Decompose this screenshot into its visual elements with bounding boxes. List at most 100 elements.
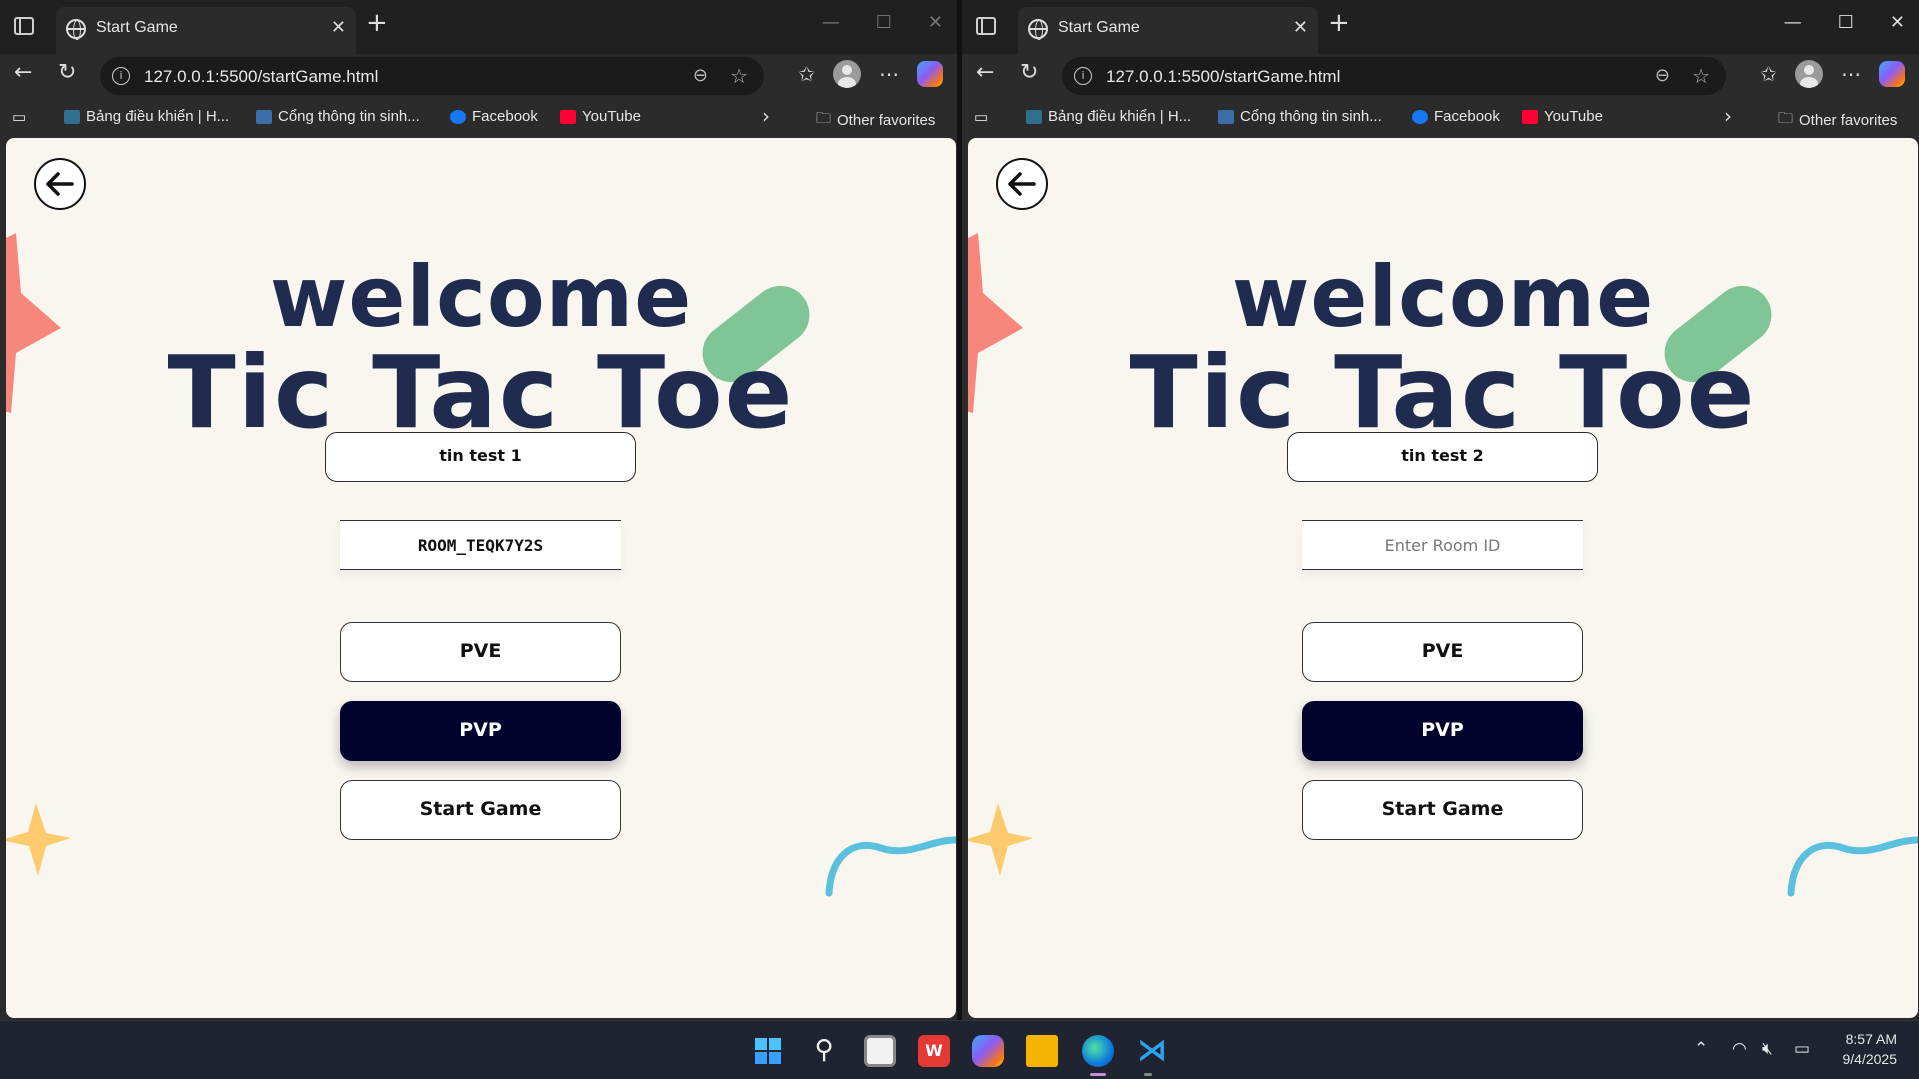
yellow-cross-decoration (968, 803, 1033, 876)
other-favorites[interactable]: 🗀 Other favorites (1778, 108, 1897, 133)
wps-office-icon[interactable]: W (918, 1035, 950, 1067)
room-id-input[interactable] (1302, 520, 1583, 570)
favorite-star-icon[interactable]: ☆ (1692, 64, 1710, 88)
more-menu-icon[interactable]: ⋯ (879, 62, 899, 86)
favorite-link[interactable]: YouTube (560, 108, 641, 125)
copilot-icon[interactable] (972, 1035, 1004, 1067)
arrow-left-icon (46, 172, 74, 196)
minimize-button[interactable]: — (822, 12, 840, 33)
start-game-button[interactable]: Start Game (1302, 780, 1583, 840)
site-info-icon[interactable]: i (112, 67, 130, 85)
favorite-star-icon[interactable]: ☆ (730, 64, 748, 88)
favorites-icon[interactable]: ✩ (798, 62, 815, 86)
page-viewport: welcome Tic Tac Toe tin test 2 PVE PVP S… (968, 138, 1918, 1018)
welcome-heading: welcome (269, 248, 693, 346)
toolbar-right: ✩ ⋯ (1760, 60, 1905, 88)
refresh-icon[interactable]: ↻ (1020, 62, 1038, 84)
address-bar[interactable]: i 127.0.0.1:5500/startGame.html ⊖ ☆ (100, 57, 764, 95)
pve-button[interactable]: PVE (1302, 622, 1583, 682)
clock-date: 9/4/2025 (1842, 1051, 1898, 1067)
back-arrow-icon[interactable]: ← (976, 62, 994, 84)
chevron-up-icon[interactable]: ⌃ (1694, 1039, 1708, 1059)
reading-view-icon[interactable]: ▭ (974, 108, 988, 126)
copilot-icon[interactable] (917, 61, 943, 87)
folder-icon: 🗀 (816, 110, 832, 127)
other-favorites[interactable]: 🗀 Other favorites (816, 108, 935, 133)
favorite-link[interactable]: Bảng điều khiển | H... (64, 108, 229, 125)
more-menu-icon[interactable]: ⋯ (1841, 62, 1861, 86)
favorite-link[interactable]: Bảng điều khiển | H... (1026, 108, 1191, 125)
sidebar-toggle-icon[interactable] (976, 17, 996, 35)
search-icon[interactable]: ⚲ (808, 1035, 840, 1067)
yellow-cross-decoration (6, 803, 71, 876)
page-viewport: welcome Tic Tac Toe tin test 1 PVE PVP S… (6, 138, 956, 1018)
maximize-button[interactable]: ☐ (1838, 12, 1854, 33)
window-controls: — ☐ ✕ (1784, 12, 1905, 33)
tab-close-icon[interactable]: ✕ (1293, 17, 1308, 38)
close-window-button[interactable]: ✕ (1890, 12, 1905, 33)
profile-avatar[interactable] (1795, 60, 1823, 88)
copilot-icon[interactable] (1879, 61, 1905, 87)
close-window-button[interactable]: ✕ (928, 12, 943, 33)
favorite-link[interactable]: Facebook (1412, 108, 1500, 125)
back-arrow-icon[interactable]: ← (14, 62, 32, 84)
volume-muted-icon[interactable]: 🔇︎ (1762, 1039, 1773, 1059)
site-info-icon[interactable]: i (1074, 67, 1092, 85)
system-clock[interactable]: 8:57 AM 9/4/2025 (1843, 1029, 1898, 1069)
edge-icon[interactable] (1082, 1035, 1114, 1067)
sidebar-toggle-icon[interactable] (14, 17, 34, 35)
browser-window-left: Start Game ✕ + — ☐ ✕ ← ↻ i 127.0.0.1:550… (0, 0, 957, 1020)
clock-time: 8:57 AM (1845, 1031, 1897, 1047)
player-name-display: tin test 2 (1287, 432, 1598, 482)
player-name-display: tin test 1 (325, 432, 636, 482)
youtube-icon (1522, 109, 1538, 124)
windows-start-icon[interactable] (752, 1035, 784, 1067)
site-favicon (1026, 109, 1042, 124)
microsoft-store-icon[interactable] (864, 1035, 896, 1067)
room-id-input[interactable] (340, 520, 621, 570)
favorites-icon[interactable]: ✩ (1760, 62, 1777, 86)
back-button[interactable] (34, 158, 86, 210)
folder-icon: 🗀 (1778, 110, 1794, 127)
tab-bar: Start Game ✕ + — ☐ ✕ (0, 0, 957, 54)
url-text[interactable]: 127.0.0.1:5500/startGame.html (1106, 67, 1340, 87)
tab-title: Start Game (96, 19, 178, 36)
pvp-button[interactable]: PVP (340, 701, 621, 761)
favorite-link[interactable]: Cổng thông tin sinh... (256, 108, 420, 125)
chevron-right-icon[interactable]: › (762, 104, 770, 128)
open-app-indicator (1144, 1073, 1152, 1076)
window-controls: — ☐ ✕ (822, 12, 943, 33)
pve-button[interactable]: PVE (340, 622, 621, 682)
address-bar[interactable]: i 127.0.0.1:5500/startGame.html ⊖ ☆ (1062, 57, 1726, 95)
pvp-button[interactable]: PVP (1302, 701, 1583, 761)
url-text[interactable]: 127.0.0.1:5500/startGame.html (144, 67, 378, 87)
windows-taskbar: ⚲ W ⋊ ⌃ ◠ 🔇︎ ▭ 8:57 AM 9/4/2025 (0, 1020, 1919, 1079)
file-explorer-icon[interactable] (1026, 1035, 1058, 1067)
tab-close-icon[interactable]: ✕ (331, 17, 346, 38)
toolbar-right: ✩ ⋯ (798, 60, 943, 88)
blue-squiggle-decoration (825, 836, 956, 897)
favorite-link[interactable]: YouTube (1522, 108, 1603, 125)
zoom-icon[interactable]: ⊖ (1655, 65, 1670, 86)
zoom-icon[interactable]: ⊖ (693, 65, 708, 86)
back-button[interactable] (996, 158, 1048, 210)
minimize-button[interactable]: — (1784, 12, 1802, 33)
wifi-icon[interactable]: ◠ (1732, 1039, 1747, 1059)
new-tab-button[interactable]: + (366, 10, 388, 36)
site-favicon (256, 109, 272, 124)
browser-tab[interactable]: Start Game ✕ (56, 7, 356, 54)
favorite-link[interactable]: Facebook (450, 108, 538, 125)
maximize-button[interactable]: ☐ (876, 12, 892, 33)
vscode-icon[interactable]: ⋊ (1136, 1035, 1168, 1067)
site-favicon (1218, 109, 1234, 124)
facebook-icon (1412, 109, 1428, 124)
chevron-right-icon[interactable]: › (1724, 104, 1732, 128)
profile-avatar[interactable] (833, 60, 861, 88)
favorite-link[interactable]: Cổng thông tin sinh... (1218, 108, 1382, 125)
new-tab-button[interactable]: + (1328, 10, 1350, 36)
browser-tab[interactable]: Start Game ✕ (1018, 7, 1318, 54)
battery-icon[interactable]: ▭ (1794, 1039, 1810, 1059)
start-game-button[interactable]: Start Game (340, 780, 621, 840)
refresh-icon[interactable]: ↻ (58, 62, 76, 84)
reading-view-icon[interactable]: ▭ (12, 108, 26, 126)
